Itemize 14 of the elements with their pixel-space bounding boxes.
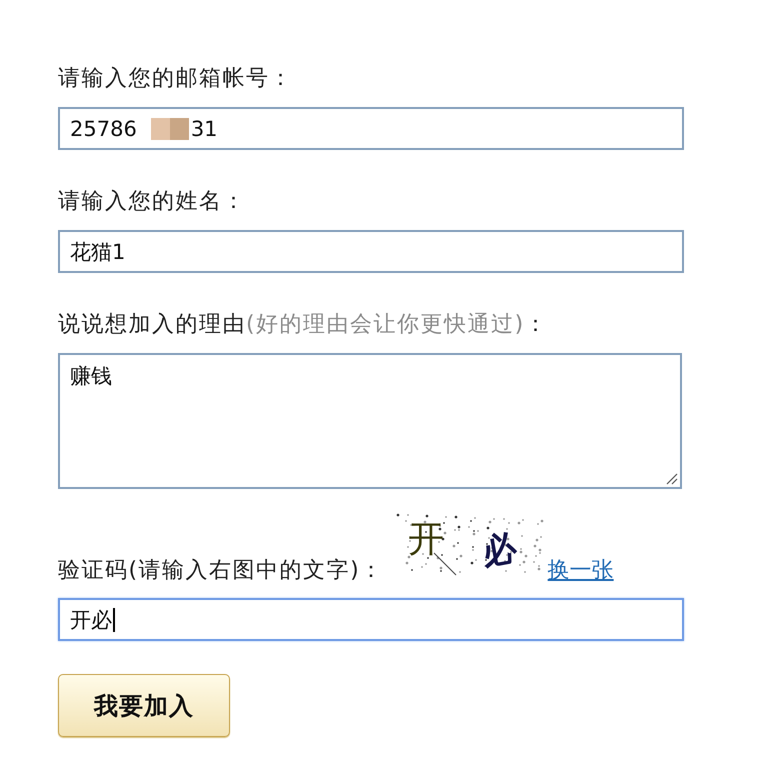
redaction-mosaic-icon [150, 118, 189, 140]
input-field[interactable]: 花猫1 [58, 230, 684, 273]
field-label: 说说想加入的理由(好的理由会让你更快通过)： [58, 311, 550, 339]
field-label: 验证码(请输入右图中的文字)： [58, 557, 384, 585]
text-area[interactable]: 赚钱 [58, 353, 682, 489]
input-field[interactable]: 25786 31 [58, 107, 684, 150]
field-label: 请输入您的邮箱帐号： [58, 65, 294, 93]
captcha-input[interactable]: 开必 [58, 598, 684, 641]
resize-grip-icon[interactable] [666, 473, 678, 485]
field-label: 请输入您的姓名： [58, 188, 247, 216]
text-cursor-icon [113, 608, 114, 632]
join-button[interactable]: 我要加入 [58, 674, 230, 737]
captcha-image: 开必 [394, 511, 548, 577]
refresh-captcha-link[interactable]: 换一张 [548, 556, 614, 586]
